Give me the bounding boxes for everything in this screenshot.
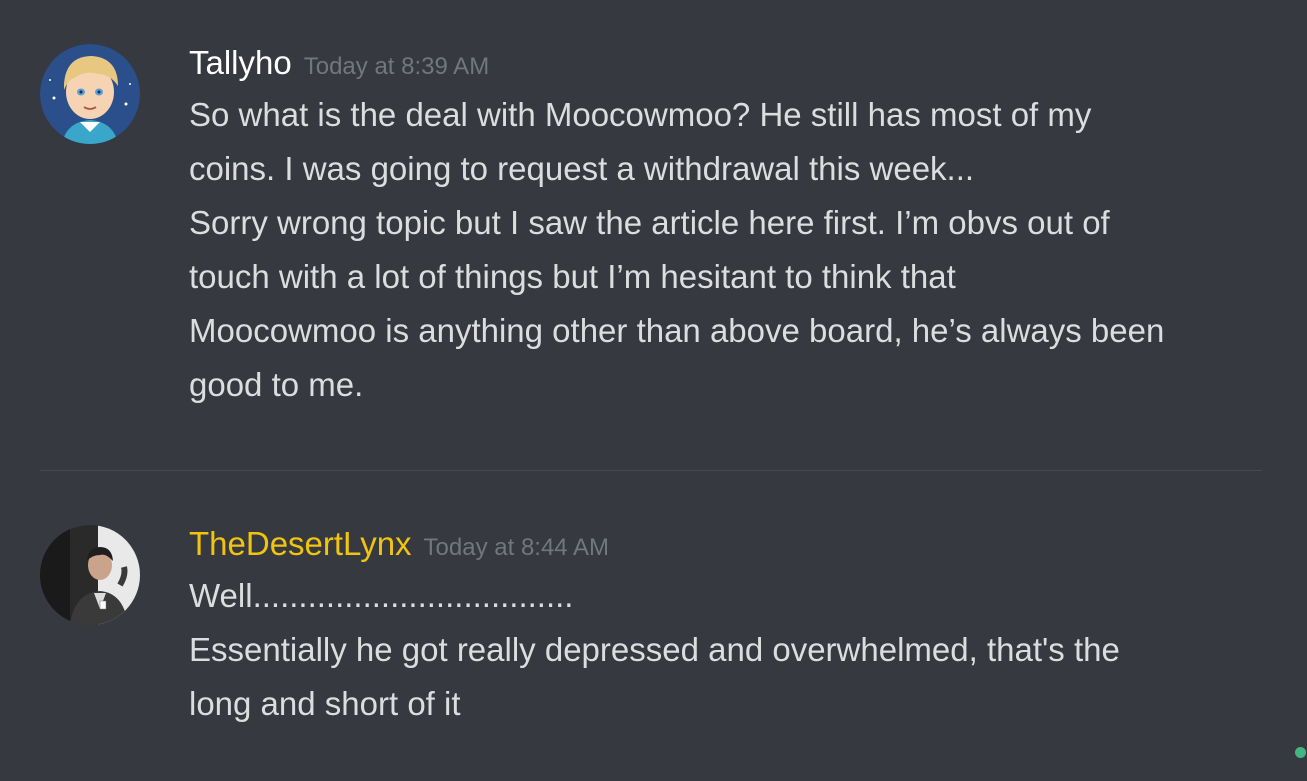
user-avatar[interactable] — [40, 44, 140, 144]
message-header: Tallyho Today at 8:39 AM — [189, 44, 1277, 88]
message-line: good to me. — [189, 366, 364, 403]
message-line: Essentially he got really depressed and … — [189, 631, 1120, 668]
timestamp: Today at 8:39 AM — [303, 53, 490, 80]
message-body: Well................................... … — [189, 569, 1277, 731]
cartoon-boy-avatar-icon — [40, 44, 140, 144]
message-line: Moocowmoo is anything other than above b… — [189, 312, 1165, 349]
username[interactable]: TheDesertLynx — [189, 525, 412, 563]
message-line: coins. I was going to request a withdraw… — [189, 150, 975, 187]
message-body: So what is the deal with Moocowmoo? He s… — [189, 88, 1277, 412]
message-line: Sorry wrong topic but I saw the article … — [189, 204, 1110, 241]
message-line: So what is the deal with Moocowmoo? He s… — [189, 96, 1092, 133]
message-line: touch with a lot of things but I’m hesit… — [189, 258, 956, 295]
message-line: Well................................... — [189, 577, 574, 614]
message-content: Tallyho Today at 8:39 AM So what is the … — [189, 44, 1277, 412]
online-status-indicator — [1295, 747, 1306, 758]
message-divider — [40, 470, 1262, 471]
photo-man-avatar-icon — [40, 525, 140, 625]
message-line: long and short of it — [189, 685, 461, 722]
message-content: TheDesertLynx Today at 8:44 AM Well.....… — [189, 525, 1277, 731]
username[interactable]: Tallyho — [189, 44, 292, 82]
message-header: TheDesertLynx Today at 8:44 AM — [189, 525, 1277, 569]
user-avatar[interactable] — [40, 525, 140, 625]
timestamp: Today at 8:44 AM — [423, 534, 609, 561]
